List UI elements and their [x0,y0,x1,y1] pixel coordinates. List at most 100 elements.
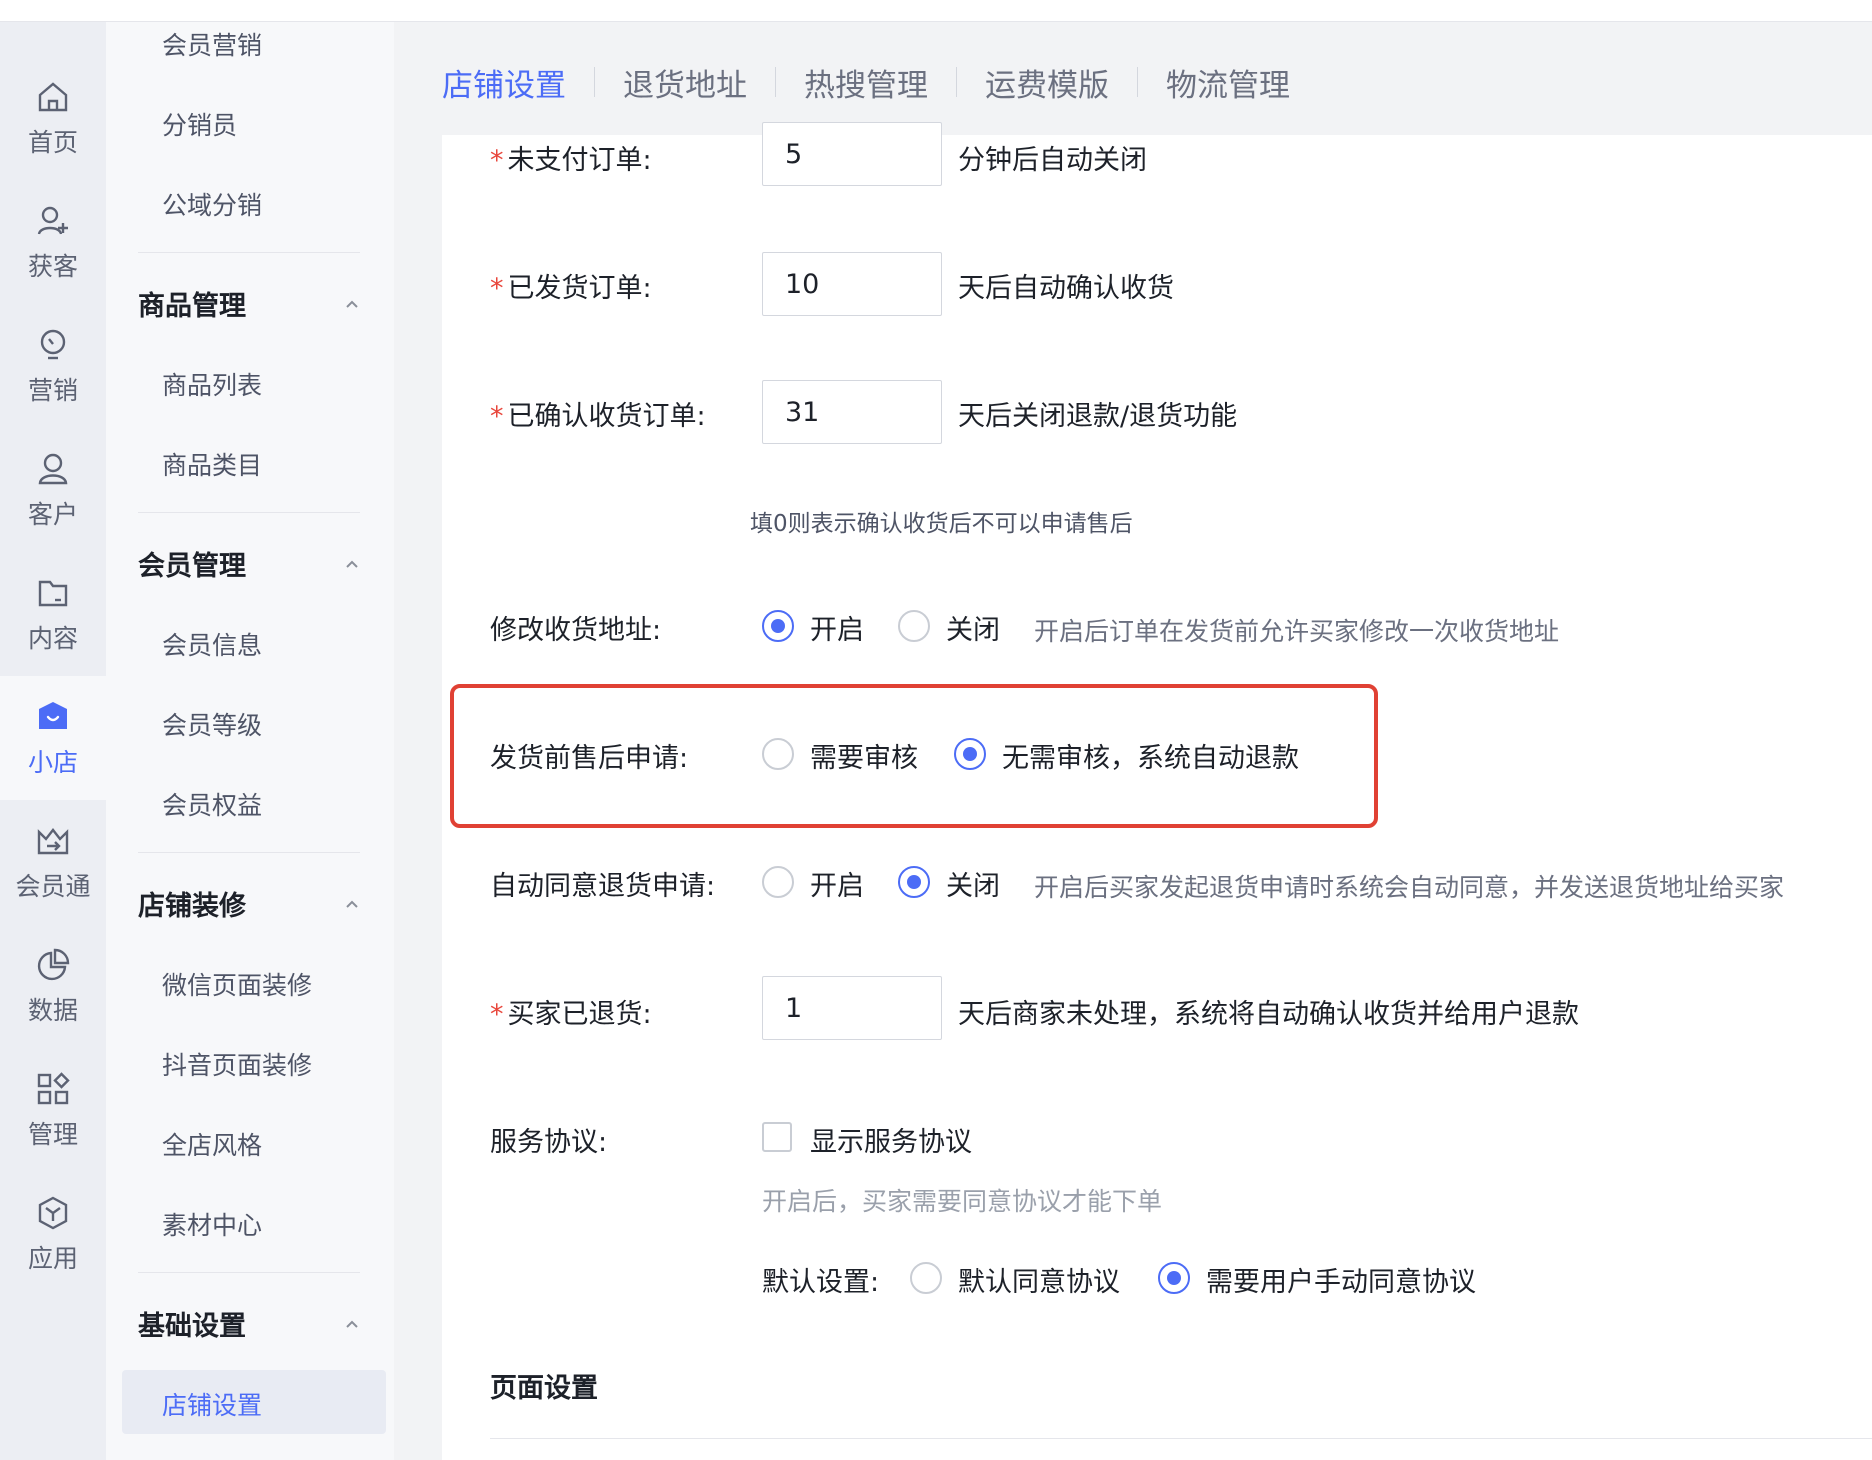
rail-label: 管理 [27,1120,78,1149]
rail-item-data[interactable]: 数据 [0,924,106,1048]
rail-label: 营销 [27,376,78,405]
home-icon [33,77,73,117]
menu-item-member-rights[interactable]: 会员权益 [162,786,262,822]
rail-label: 会员通 [15,872,91,901]
menu-item-store-style[interactable]: 全店风格 [162,1126,262,1162]
menu-group-decoration[interactable]: 店铺装修 [138,884,246,923]
auto-agree-off-radio[interactable] [898,866,930,898]
rail-label: 应用 [27,1244,78,1273]
shipped-order-input[interactable]: 10 [762,252,942,316]
shipped-order-label-text: 已发货订单: [507,273,652,304]
auto-agree-hint: 开启后买家发起退货申请时系统会自动同意，并发送退货地址给买家 [1034,873,1785,902]
shipped-order-suffix: 天后自动确认收货 [958,273,1174,304]
shop-icon [33,697,73,737]
menu-item-member-level[interactable]: 会员等级 [162,706,262,742]
secondary-menu: 会员营销 分销员 公域分销 商品管理 商品列表 商品类目 会员管理 会员信息 会… [106,22,394,1460]
modify-address-off-label[interactable]: 关闭 [946,608,1000,647]
show-agreement-label[interactable]: 显示服务协议 [810,1120,972,1159]
rail-item-marketing[interactable]: 营销 [0,304,106,428]
unpaid-order-label: * 未支付订单: [490,138,652,177]
menu-item-member-marketing[interactable]: 会员营销 [162,26,262,62]
modify-address-hint: 开启后订单在发货前允许买家修改一次收货地址 [1034,617,1560,646]
menu-item-douyin-page[interactable]: 抖音页面装修 [162,1046,312,1082]
rail-label: 获客 [27,252,78,281]
pre-ship-review-radio[interactable] [762,738,794,770]
tab-freight-template[interactable]: 运费模版 [957,60,1137,105]
unpaid-order-label-text: 未支付订单: [507,145,652,176]
auto-agree-on-label[interactable]: 开启 [810,864,864,903]
menu-item-public-distribution[interactable]: 公域分销 [162,186,262,222]
required-mark: * [490,999,504,1030]
menu-item-goods-list[interactable]: 商品列表 [162,366,262,402]
rail-item-apps[interactable]: 应用 [0,1172,106,1296]
cube-icon [33,1193,73,1233]
menu-item-store-settings[interactable]: 店铺设置 [162,1386,262,1422]
menu-item-distributor[interactable]: 分销员 [162,106,237,142]
folder-icon [33,573,73,613]
modify-address-label: 修改收货地址: [490,615,662,646]
modify-address-on-label[interactable]: 开启 [810,608,864,647]
rail-item-customer[interactable]: 客户 [0,428,106,552]
auto-agree-on-radio[interactable] [762,866,794,898]
tab-logistics[interactable]: 物流管理 [1138,60,1318,105]
auto-agree-off-label[interactable]: 关闭 [946,864,1000,903]
top-strip [0,0,1872,22]
crown-icon [33,821,73,861]
rail-item-acquire[interactable]: 获客 [0,180,106,304]
menu-divider [138,852,360,853]
buyer-returned-input[interactable]: 1 [762,976,942,1040]
rail-label: 首页 [27,128,78,157]
default-agree-label[interactable]: 默认同意协议 [958,1260,1120,1299]
pre-ship-auto-refund-radio[interactable] [954,738,986,770]
bulb-icon [33,325,73,365]
chevron-up-icon[interactable] [342,554,362,574]
pre-ship-after-sale-label: 发货前售后申请: [490,743,689,774]
rail-item-membership[interactable]: 会员通 [0,800,106,924]
modify-address-off-radio[interactable] [898,610,930,642]
default-agree-radio[interactable] [910,1262,942,1294]
show-agreement-checkbox[interactable] [762,1122,792,1152]
confirmed-order-input[interactable]: 31 [762,380,942,444]
service-agreement-label: 服务协议: [490,1127,608,1158]
required-mark: * [490,273,504,304]
confirmed-order-hint: 填0则表示确认收货后不可以申请售后 [750,511,1133,537]
auto-agree-return-label: 自动同意退货申请: [490,871,716,902]
menu-group-goods[interactable]: 商品管理 [138,284,246,323]
confirmed-order-label-text: 已确认收货订单: [507,401,706,432]
buyer-returned-suffix: 天后商家未处理，系统将自动确认收货并给用户退款 [958,999,1579,1030]
pre-ship-auto-refund-label[interactable]: 无需审核，系统自动退款 [1002,736,1299,775]
rail-label: 数据 [27,996,78,1025]
menu-item-member-info[interactable]: 会员信息 [162,626,262,662]
tab-bar: 店铺设置 退货地址 热搜管理 运费模版 物流管理 [442,52,1318,112]
buyer-returned-label: * 买家已退货: [490,992,652,1031]
unpaid-order-input[interactable]: 5 [762,122,942,186]
user-add-icon [33,201,73,241]
modify-address-on-radio[interactable] [762,610,794,642]
rail-item-shop[interactable]: 小店 [0,676,106,800]
menu-item-wechat-page[interactable]: 微信页面装修 [162,966,312,1002]
rail-item-manage[interactable]: 管理 [0,1048,106,1172]
manual-agree-radio[interactable] [1158,1262,1190,1294]
rail-label: 小店 [27,748,78,777]
confirmed-order-label: * 已确认收货订单: [490,394,706,433]
menu-group-basic-settings[interactable]: 基础设置 [138,1304,246,1343]
menu-item-goods-category[interactable]: 商品类目 [162,446,262,482]
rail-item-home[interactable]: 首页 [0,56,106,180]
chevron-up-icon[interactable] [342,894,362,914]
tab-return-address[interactable]: 退货地址 [595,60,775,105]
icon-rail: 首页 获客 营销 客户 内容 小店 会员通 数据 管理 应用 [0,22,106,1460]
chevron-up-icon[interactable] [342,1314,362,1334]
menu-group-member[interactable]: 会员管理 [138,544,246,583]
pre-ship-review-label[interactable]: 需要审核 [810,736,918,775]
chevron-up-icon[interactable] [342,294,362,314]
menu-item-material-center[interactable]: 素材中心 [162,1206,262,1242]
shipped-order-label: * 已发货订单: [490,266,652,305]
required-mark: * [490,401,504,432]
tab-store-settings[interactable]: 店铺设置 [442,60,594,105]
page-settings-title: 页面设置 [490,1373,598,1404]
menu-divider [138,1272,360,1273]
rail-item-content[interactable]: 内容 [0,552,106,676]
tab-hot-search[interactable]: 热搜管理 [776,60,956,105]
manual-agree-label[interactable]: 需要用户手动同意协议 [1206,1260,1476,1299]
section-divider [490,1438,1872,1439]
